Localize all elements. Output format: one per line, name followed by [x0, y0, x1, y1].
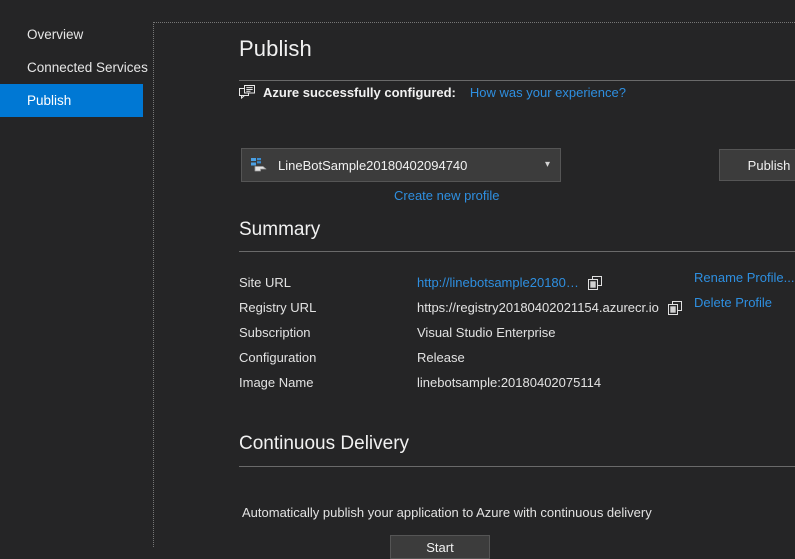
continuous-delivery-divider — [239, 466, 795, 467]
create-new-profile-link[interactable]: Create new profile — [394, 188, 500, 203]
publish-page: Overview Connected Services Publish Publ… — [0, 0, 795, 547]
subscription-value: Visual Studio Enterprise — [417, 325, 556, 340]
publish-profile-dropdown[interactable]: LineBotSample20180402094740 ▾ — [241, 148, 561, 182]
sidebar-item-connected-services[interactable]: Connected Services — [0, 51, 143, 84]
sidebar-item-label: Overview — [27, 27, 83, 42]
start-button[interactable]: Start — [390, 535, 490, 559]
copy-icon[interactable] — [588, 276, 602, 290]
rename-profile-link[interactable]: Rename Profile... — [694, 270, 794, 285]
summary-key: Image Name — [239, 375, 417, 390]
sidebar-item-label: Connected Services — [27, 60, 148, 75]
table-row: Configuration Release — [239, 345, 795, 370]
summary-title: Summary — [239, 219, 320, 241]
sidebar-item-overview[interactable]: Overview — [0, 18, 143, 51]
summary-key: Site URL — [239, 275, 417, 290]
configuration-value: Release — [417, 350, 465, 365]
page-title: Publish — [239, 36, 312, 62]
publish-profile-icon — [250, 157, 268, 173]
azure-status-row: Azure successfully configured: How was y… — [239, 85, 626, 100]
azure-status-message: Azure successfully configured: — [263, 85, 456, 100]
site-url-value[interactable]: http://linebotsample20180… — [417, 275, 579, 290]
profile-actions: Rename Profile... Delete Profile — [694, 270, 794, 320]
delete-profile-link[interactable]: Delete Profile — [694, 295, 794, 310]
image-name-value: linebotsample:20180402075114 — [417, 375, 601, 390]
sidebar-item-label: Publish — [27, 93, 71, 108]
summary-key: Subscription — [239, 325, 417, 340]
copy-icon[interactable] — [668, 301, 682, 315]
continuous-delivery-title: Continuous Delivery — [239, 433, 409, 455]
page-title-divider — [239, 80, 795, 81]
publish-profile-name: LineBotSample20180402094740 — [278, 158, 545, 173]
table-row: Subscription Visual Studio Enterprise — [239, 320, 795, 345]
experience-feedback-link[interactable]: How was your experience? — [470, 85, 626, 100]
table-row: Image Name linebotsample:20180402075114 — [239, 370, 795, 395]
sidebar: Overview Connected Services Publish — [0, 0, 153, 547]
summary-key: Configuration — [239, 350, 417, 365]
registry-url-value: https://registry20180402021154.azurecr.i… — [417, 300, 659, 315]
feedback-bubble-icon — [239, 85, 255, 100]
sidebar-item-publish[interactable]: Publish — [0, 84, 143, 117]
summary-key: Registry URL — [239, 300, 417, 315]
continuous-delivery-description: Automatically publish your application t… — [242, 505, 652, 520]
content-panel: Publish Azure successfully configured: H… — [153, 22, 795, 547]
publish-button[interactable]: Publish — [719, 149, 795, 181]
summary-divider — [239, 251, 795, 252]
chevron-down-icon: ▾ — [545, 160, 550, 170]
